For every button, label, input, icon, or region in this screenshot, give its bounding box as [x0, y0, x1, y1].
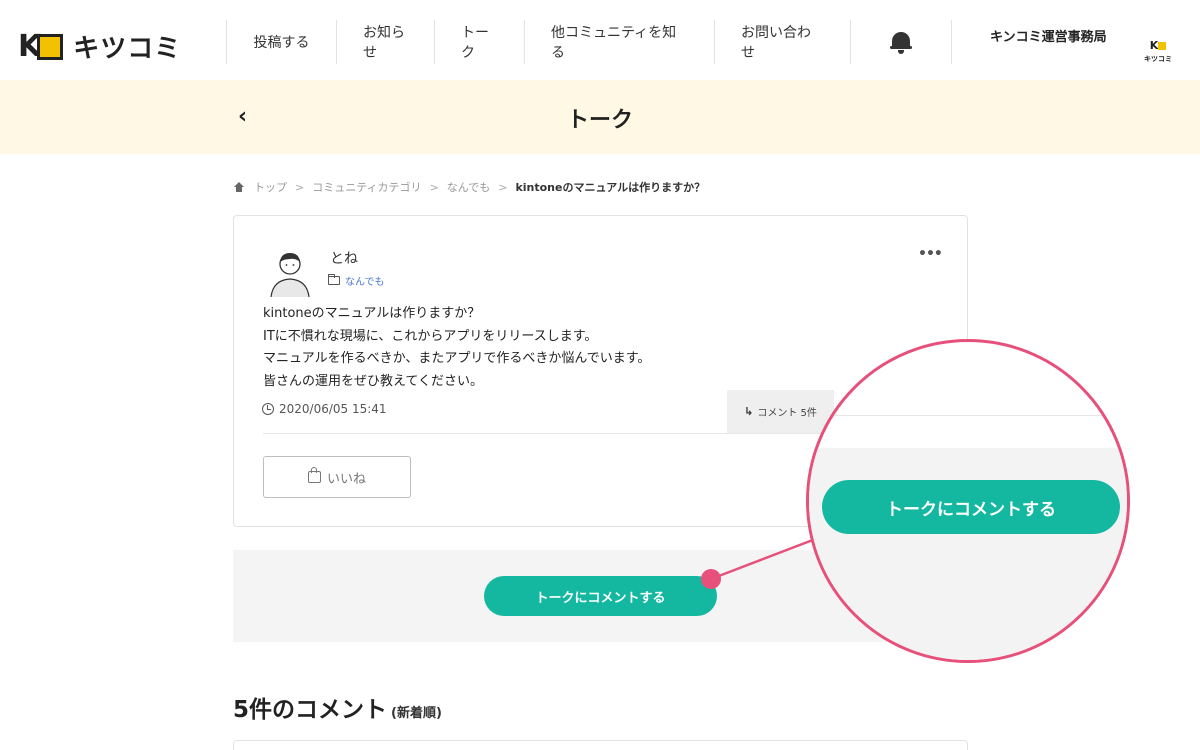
zoom-divider [809, 415, 1127, 416]
zoom-tab-edge [809, 372, 837, 416]
zoom-callout: トークにコメントする [806, 339, 1130, 663]
comments-order: (新着順) [391, 706, 442, 721]
zoomed-comment-button[interactable]: トークにコメントする [822, 480, 1120, 534]
comments-count-title: 5件のコメント [233, 697, 388, 723]
first-comment-card [233, 740, 968, 750]
comments-heading: 5件のコメント (新着順) [233, 690, 442, 724]
